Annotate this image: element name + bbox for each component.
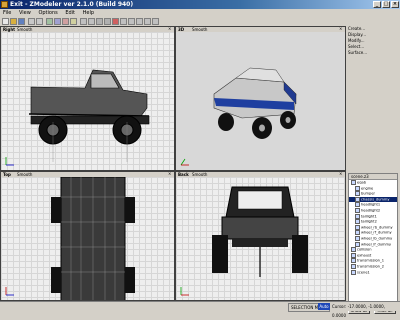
- save-file-icon[interactable]: [18, 18, 25, 25]
- scene-tree-label: wheel_lb_dummy: [361, 236, 393, 241]
- scene-tree-label: collision: [357, 247, 372, 252]
- truck-back-wireframe: [212, 186, 308, 277]
- viewport-close-icon[interactable]: ×: [168, 27, 172, 31]
- visibility-checkbox[interactable]: [351, 180, 356, 185]
- viewport-top[interactable]: Top Smooth ×: [0, 171, 175, 301]
- scene-tree-panel: scene.z3 eqab engine bumper chassis_dummy he…: [348, 173, 398, 309]
- smooth-icon[interactable]: [104, 18, 111, 25]
- new-file-icon[interactable]: [2, 18, 9, 25]
- scene-tree-label: engine: [361, 186, 374, 191]
- scene-tree-label: wheel_rf_dummy: [361, 230, 392, 235]
- visibility-checkbox[interactable]: [351, 258, 356, 264]
- wireframe-icon[interactable]: [96, 18, 103, 25]
- axis-gizmo: [180, 158, 189, 166]
- snap-icon[interactable]: [144, 18, 151, 25]
- viewport-3d[interactable]: 3D Smooth ×: [175, 26, 346, 171]
- truck-3d-render: [213, 67, 297, 139]
- visibility-checkbox[interactable]: [355, 219, 360, 225]
- viewport-grid: [1, 32, 174, 170]
- maximize-button[interactable]: □: [382, 1, 390, 8]
- viewport-close-icon[interactable]: ×: [339, 27, 343, 31]
- visibility-checkbox[interactable]: [355, 224, 360, 230]
- command-panel: Create... Display... Modify... Select...…: [346, 26, 400, 314]
- command-list: Create... Display... Modify... Select...…: [348, 26, 398, 56]
- viewport-3d-canvas: [176, 32, 345, 170]
- axis-gizmo: [5, 287, 14, 296]
- undo-icon[interactable]: [28, 18, 35, 25]
- truck-side-wireframe: [28, 69, 150, 162]
- rotate-icon[interactable]: [62, 18, 69, 25]
- menu-view[interactable]: View: [19, 10, 31, 16]
- viewport-back[interactable]: Back Smooth ×: [175, 171, 346, 301]
- scene-tree-label: bumper: [361, 191, 376, 196]
- redo-icon[interactable]: [36, 18, 43, 25]
- menu-options[interactable]: Options: [38, 10, 57, 16]
- scene-tree-label: wheel_rb_dummy: [361, 225, 393, 230]
- menu-edit[interactable]: Edit: [65, 10, 75, 16]
- visibility-checkbox[interactable]: [351, 269, 356, 275]
- texture-icon[interactable]: [120, 18, 127, 25]
- visibility-checkbox[interactable]: [355, 185, 360, 191]
- menu-file[interactable]: File: [3, 10, 11, 16]
- viewport-close-icon[interactable]: ×: [168, 172, 172, 176]
- visibility-checkbox[interactable]: [355, 230, 360, 236]
- grid-icon[interactable]: [128, 18, 135, 25]
- visibility-checkbox[interactable]: [355, 241, 360, 247]
- viewport-close-icon[interactable]: ×: [339, 172, 343, 176]
- scene-tree-label: headlight1: [361, 202, 381, 207]
- close-button[interactable]: ×: [391, 1, 399, 8]
- scene-tree-label: exhaust: [357, 253, 372, 258]
- visibility-checkbox[interactable]: [355, 191, 360, 197]
- viewport-right[interactable]: Right Smooth ×: [0, 26, 175, 171]
- open-file-icon[interactable]: [10, 18, 17, 25]
- scene-tree-label: taillight2: [361, 219, 377, 224]
- scene-tree-item[interactable]: scene1: [349, 269, 397, 276]
- window-title: Exit - ZModeler ver 2.1.0 (Build 940): [10, 1, 134, 8]
- scale-icon[interactable]: [70, 18, 77, 25]
- scene-tree-label: scene1: [357, 270, 370, 274]
- scene-tree: eqab engine bumper chassis_dummy headlight1 h…: [349, 180, 397, 275]
- visibility-checkbox[interactable]: [351, 247, 356, 253]
- scene-tree-label: transmission_2: [357, 264, 385, 269]
- move-icon[interactable]: [54, 18, 61, 25]
- viewport-grid: [176, 177, 345, 300]
- axis-gizmo: [180, 287, 189, 296]
- scene-tree-label: chassis_dummy: [361, 197, 390, 202]
- scene-tree-label: eqab: [357, 180, 366, 185]
- minimize-button[interactable]: _: [373, 1, 381, 8]
- visibility-checkbox[interactable]: [351, 252, 356, 258]
- title-bar: Exit - ZModeler ver 2.1.0 (Build 940) _ …: [0, 0, 400, 9]
- axis-gizmo: [5, 157, 14, 166]
- visibility-checkbox[interactable]: [355, 196, 360, 202]
- status-badge: Auto: [318, 303, 330, 310]
- layout-icon[interactable]: [152, 18, 159, 25]
- visibility-checkbox[interactable]: [351, 263, 356, 269]
- menu-bar: File View Options Edit Help: [0, 9, 400, 17]
- visibility-checkbox[interactable]: [355, 202, 360, 208]
- visibility-checkbox[interactable]: [355, 235, 360, 241]
- scene-tree-label: headlight2: [361, 208, 381, 213]
- viewport-grid: [1, 176, 174, 300]
- cursor-coordinates: Cursor: -17.0000, -1.0000, 0.0000: [332, 304, 385, 318]
- scene-tree-label: taillight1: [361, 214, 377, 219]
- visibility-checkbox[interactable]: [355, 213, 360, 219]
- axis-icon[interactable]: [136, 18, 143, 25]
- menu-help[interactable]: Help: [83, 10, 94, 16]
- zoom-icon[interactable]: [80, 18, 87, 25]
- scene-tree-label: transmission_1: [357, 258, 385, 263]
- pan-icon[interactable]: [88, 18, 95, 25]
- app-icon: [1, 1, 8, 8]
- render-icon[interactable]: [112, 18, 119, 25]
- select-icon[interactable]: [46, 18, 53, 25]
- command-surface[interactable]: Surface...: [348, 50, 398, 56]
- visibility-checkbox[interactable]: [355, 207, 360, 213]
- scene-tree-label: wheel_lf_dummy: [361, 242, 392, 247]
- truck-top-wireframe: [51, 176, 135, 300]
